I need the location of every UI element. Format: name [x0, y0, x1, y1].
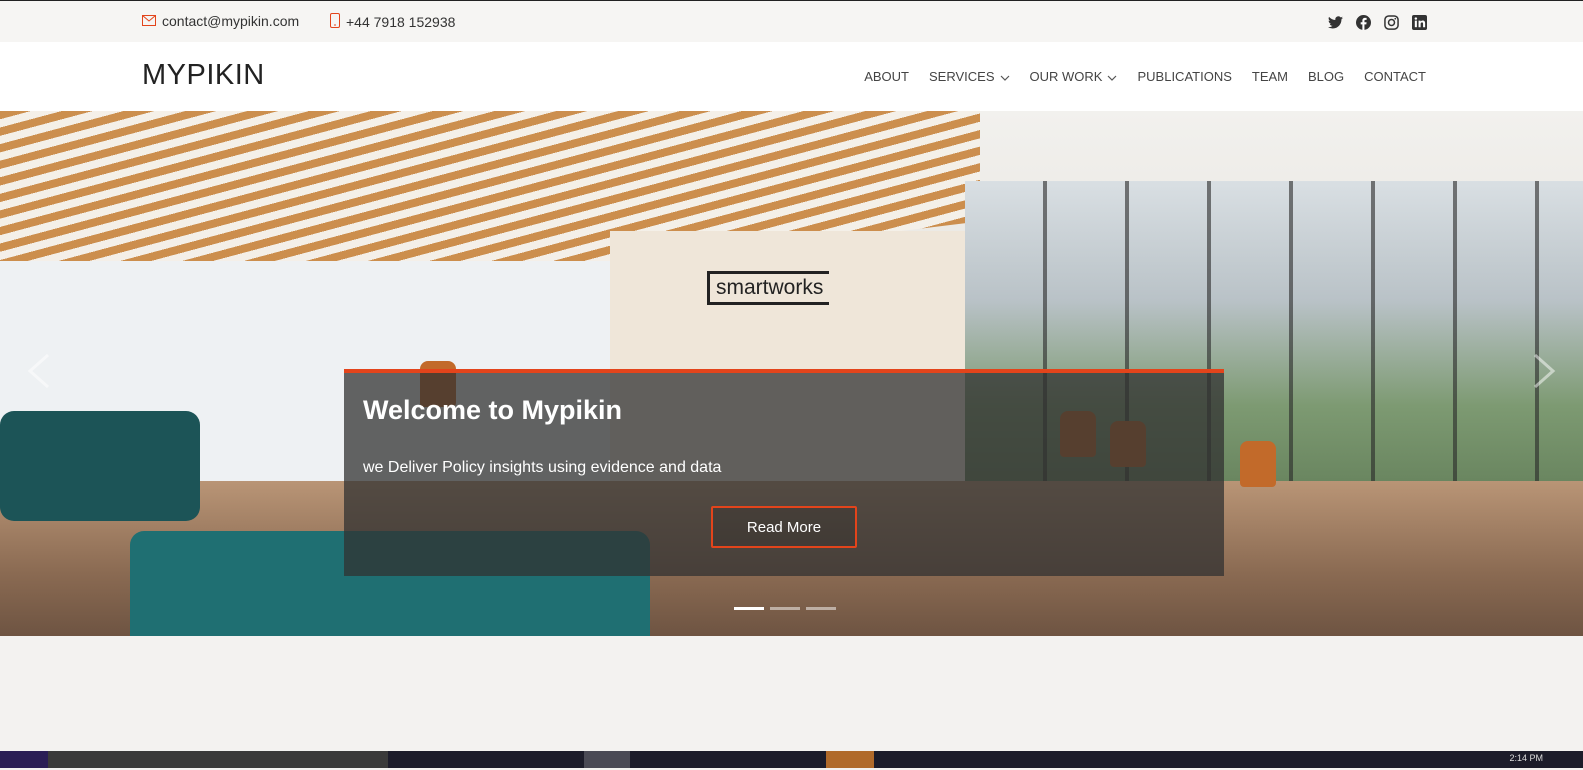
- email-text: contact@mypikin.com: [162, 13, 300, 29]
- hero-image-chair: [1240, 441, 1276, 487]
- nav-our-work[interactable]: OUR WORK: [1030, 69, 1118, 84]
- carousel-next-button[interactable]: [1529, 351, 1559, 391]
- nav-team[interactable]: TEAM: [1252, 69, 1288, 84]
- nav-services-label: SERVICES: [929, 69, 995, 84]
- carousel-prev-button[interactable]: [24, 351, 54, 391]
- chevron-down-icon: [1000, 69, 1010, 84]
- top-contact-bar: contact@mypikin.com +44 7918 152938: [0, 0, 1583, 42]
- nav-team-label: TEAM: [1251, 69, 1288, 84]
- os-taskbar: 2:14 PM: [0, 751, 1583, 768]
- facebook-icon[interactable]: [1355, 14, 1371, 30]
- start-button[interactable]: [0, 751, 48, 768]
- email-contact[interactable]: contact@mypikin.com: [142, 13, 299, 29]
- nav-publications-label: PUBLICATIONS: [1137, 69, 1232, 84]
- carousel-indicator[interactable]: [806, 607, 836, 610]
- phone-contact[interactable]: +44 7918 152938: [330, 13, 455, 31]
- carousel-indicator[interactable]: [770, 607, 800, 610]
- taskbar-app[interactable]: [826, 751, 874, 768]
- twitter-icon[interactable]: [1327, 14, 1343, 30]
- linkedin-icon[interactable]: [1411, 14, 1427, 30]
- main-navbar: MYPIKIN ABOUT SERVICES OUR WORK PUBLICAT…: [0, 42, 1583, 111]
- nav-services[interactable]: SERVICES: [929, 69, 1010, 84]
- main-nav: ABOUT SERVICES OUR WORK PUBLICATIONS TEA…: [864, 69, 1426, 84]
- taskbar-search[interactable]: [48, 751, 388, 768]
- chevron-down-icon: [1107, 69, 1117, 84]
- instagram-icon[interactable]: [1383, 14, 1399, 30]
- nav-publications[interactable]: PUBLICATIONS: [1137, 69, 1231, 84]
- nav-blog[interactable]: BLOG: [1308, 69, 1344, 84]
- hero-image-sign: smartworks: [707, 271, 830, 305]
- nav-blog-label: BLOG: [1308, 69, 1345, 84]
- social-links: [1327, 14, 1427, 30]
- phone-icon: [330, 13, 340, 31]
- phone-text: +44 7918 152938: [346, 14, 456, 30]
- taskbar-app[interactable]: [584, 751, 630, 768]
- site-logo[interactable]: MYPIKIN: [142, 59, 265, 92]
- envelope-icon: [142, 13, 156, 29]
- nav-contact-label: CONTACT: [1364, 69, 1426, 84]
- nav-our-work-label: OUR WORK: [1029, 69, 1103, 84]
- hero-carousel: smartworks Welcome to Mypikin we Deliver…: [0, 111, 1583, 636]
- hero-subtitle: we Deliver Policy insights using evidenc…: [363, 459, 722, 476]
- carousel-indicator[interactable]: [734, 607, 764, 610]
- nav-contact[interactable]: CONTACT: [1364, 69, 1426, 84]
- read-more-button[interactable]: Read More: [711, 506, 857, 548]
- nav-about[interactable]: ABOUT: [864, 69, 909, 84]
- taskbar-clock: 2:14 PM: [1509, 753, 1543, 763]
- hero-caption: Welcome to Mypikin we Deliver Policy ins…: [344, 369, 1224, 576]
- nav-about-label: ABOUT: [864, 69, 910, 84]
- hero-title: Welcome to Mypikin: [363, 395, 623, 425]
- hero-image-sofa: [0, 411, 200, 521]
- carousel-indicators: [734, 607, 836, 610]
